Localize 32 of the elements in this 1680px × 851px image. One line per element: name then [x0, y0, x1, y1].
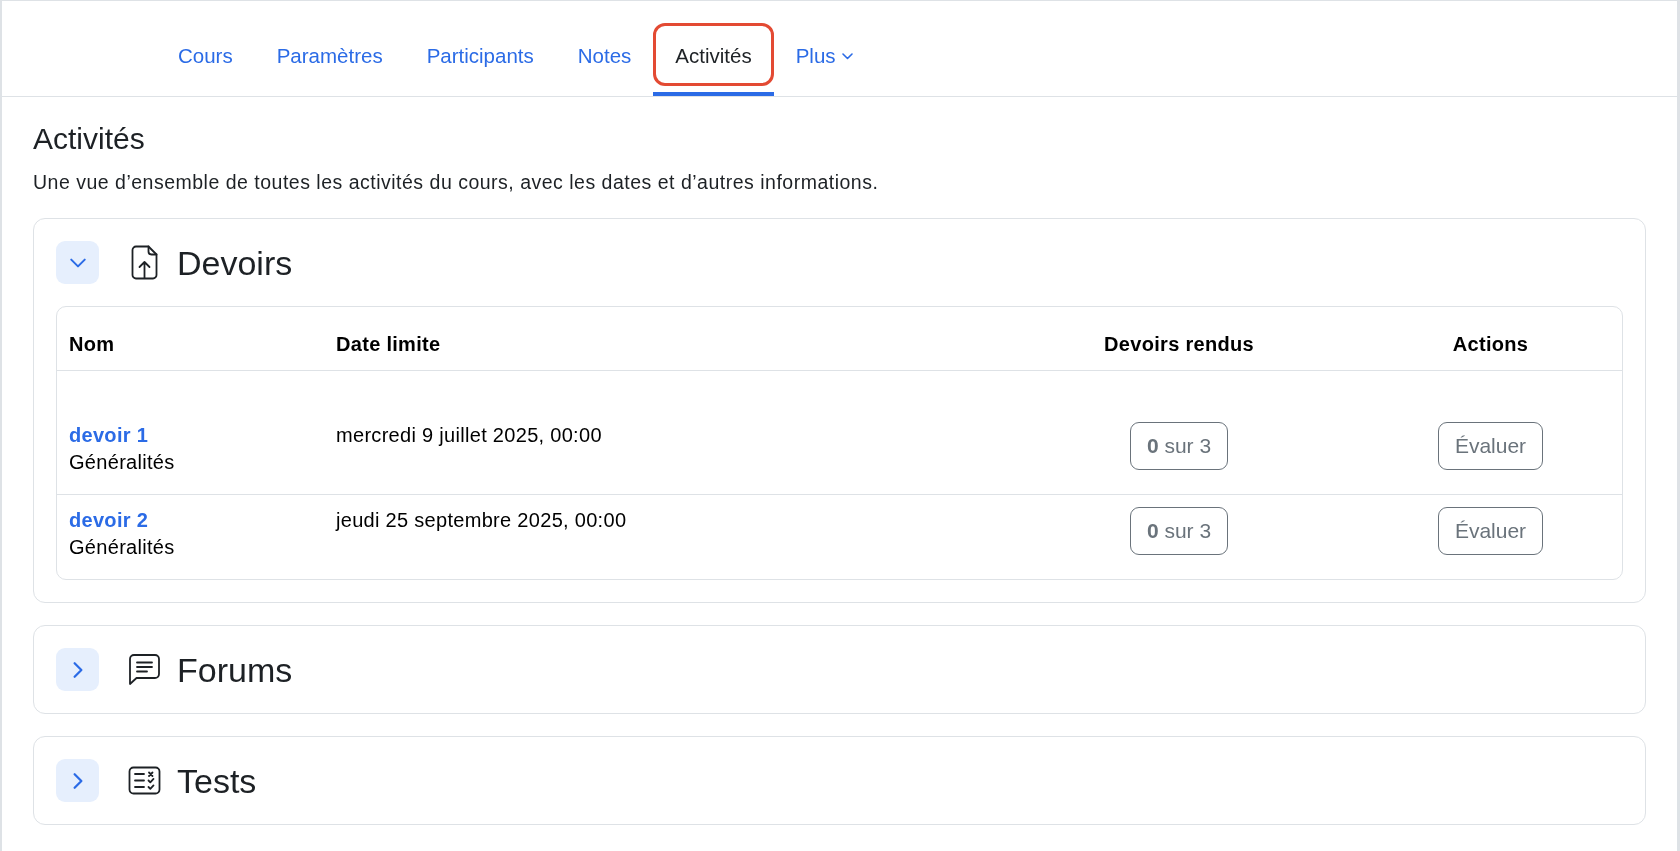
section-name: Généralités: [69, 535, 175, 560]
column-header: Devoirs rendus: [999, 307, 1359, 371]
submissions-button[interactable]: 0 sur 3: [1129, 422, 1229, 470]
chevron-down-icon: [841, 52, 853, 60]
assignment-link[interactable]: devoir 1: [69, 422, 149, 449]
column-header: Date limite: [324, 307, 999, 371]
nav-tab[interactable]: Cours: [156, 1, 255, 96]
nav-tab[interactable]: Paramètres: [254, 1, 405, 96]
nav-tab[interactable]: Participants: [404, 1, 556, 96]
due-date: mercredi 9 juillet 2025, 00:00: [336, 423, 602, 448]
collapse-toggle[interactable]: [56, 759, 99, 802]
grade-button[interactable]: Évaluer: [1437, 507, 1544, 555]
nav-tab[interactable]: Activités: [653, 1, 774, 96]
submissions-button[interactable]: 0 sur 3: [1129, 507, 1229, 555]
speech-bubble-icon: [128, 653, 161, 686]
collapse-toggle[interactable]: [56, 648, 99, 691]
grade-button[interactable]: Évaluer: [1437, 422, 1544, 470]
due-date: jeudi 25 septembre 2025, 00:00: [336, 508, 627, 533]
section-title: Devoirs: [177, 242, 293, 283]
nav-tab[interactable]: Notes: [555, 1, 654, 96]
assignment-link[interactable]: devoir 2: [69, 507, 149, 534]
page-title: Activités: [33, 121, 145, 157]
file-upload-icon: [131, 245, 158, 280]
checklist-icon: [128, 766, 161, 795]
page-description: Une vue d’ensemble de toutes les activités du cours, avec les dates et d’autres informations.: [33, 170, 879, 195]
column-header: Nom: [57, 307, 324, 371]
column-header: Actions: [1359, 307, 1622, 371]
collapse-toggle[interactable]: [56, 241, 99, 284]
section-name: Généralités: [69, 450, 175, 475]
nav-tab[interactable]: Plus: [773, 1, 875, 96]
section-title: Forums: [177, 649, 293, 690]
section-title: Tests: [177, 760, 257, 801]
